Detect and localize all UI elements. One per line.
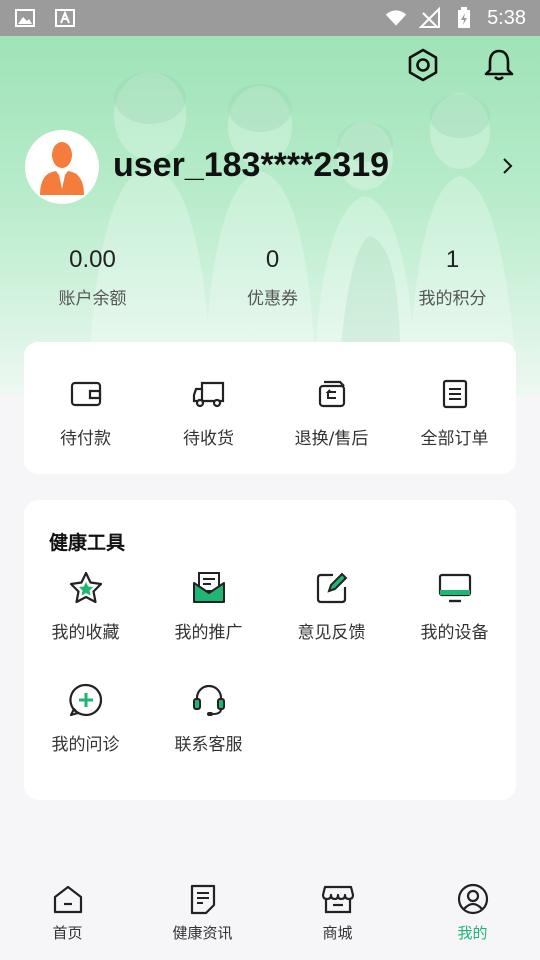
order-all[interactable]: 全部订单	[393, 376, 516, 449]
health-tools-card: 健康工具 我的收藏 我的推广 意见反馈 我的设备 我的问诊 联系客服	[24, 500, 516, 800]
nav-label: 商城	[322, 924, 353, 942]
item-label: 我的推广	[174, 623, 243, 643]
store-icon	[321, 882, 355, 916]
tool-promotion[interactable]: 我的推广	[147, 570, 270, 643]
username[interactable]: user_183****2319	[113, 146, 389, 185]
monitor-icon	[437, 570, 473, 606]
return-box-icon	[314, 376, 350, 412]
doctors-background-illustration	[90, 72, 515, 356]
nav-label: 首页	[52, 924, 83, 942]
mail-icon	[191, 570, 227, 606]
status-bar: 5:38	[0, 0, 540, 36]
chevron-right-icon[interactable]	[500, 156, 516, 176]
nav-store[interactable]: 商城	[270, 870, 405, 960]
stat-label: 我的积分	[418, 289, 487, 309]
stat-value: 0	[265, 246, 280, 273]
item-label: 我的问诊	[51, 735, 120, 755]
tool-devices[interactable]: 我的设备	[393, 570, 516, 643]
bell-icon	[483, 48, 515, 86]
edit-icon	[314, 570, 350, 606]
order-list-icon	[437, 376, 473, 412]
item-label: 意见反馈	[297, 623, 366, 643]
home-icon	[51, 882, 85, 916]
font-app-icon	[54, 7, 76, 29]
plus-chat-icon	[68, 682, 104, 718]
item-label: 我的收藏	[51, 623, 120, 643]
stat-label: 优惠券	[247, 289, 298, 309]
stat-balance[interactable]: 0.00 账户余额	[5, 242, 180, 309]
nav-home[interactable]: 首页	[0, 870, 135, 960]
section-title: 健康工具	[49, 532, 126, 554]
orders-card: 待付款 待收货 退换/售后 全部订单	[24, 342, 516, 474]
headset-icon	[191, 682, 227, 718]
wifi-icon	[385, 7, 407, 29]
nav-health-news[interactable]: 健康资讯	[135, 870, 270, 960]
tool-customer-service[interactable]: 联系客服	[147, 682, 270, 755]
item-label: 待收货	[183, 429, 234, 449]
tool-feedback[interactable]: 意见反馈	[270, 570, 393, 643]
tool-consultation[interactable]: 我的问诊	[24, 682, 147, 755]
order-pending-payment[interactable]: 待付款	[24, 376, 147, 449]
item-label: 待付款	[60, 429, 111, 449]
stat-label: 账户余额	[58, 289, 127, 309]
item-label: 全部订单	[420, 429, 489, 449]
account-stats: 0.00 账户余额 0 优惠券 1 我的积分	[0, 242, 540, 309]
order-pending-receipt[interactable]: 待收货	[147, 376, 270, 449]
user-avatar-icon	[40, 142, 84, 195]
star-icon	[68, 570, 104, 606]
nav-label: 健康资讯	[172, 924, 233, 942]
profile-icon	[456, 882, 490, 916]
notifications-button[interactable]	[480, 48, 518, 86]
item-label: 我的设备	[420, 623, 489, 643]
article-icon	[186, 882, 220, 916]
avatar[interactable]	[25, 130, 99, 204]
no-signal-icon	[419, 7, 441, 29]
battery-icon	[453, 7, 475, 29]
stat-coupons[interactable]: 0 优惠券	[185, 242, 360, 309]
settings-hex-icon	[406, 48, 440, 86]
item-label: 联系客服	[174, 735, 243, 755]
item-label: 退换/售后	[294, 429, 369, 449]
bottom-nav: 首页 健康资讯 商城 我的	[0, 870, 540, 960]
tool-favorites[interactable]: 我的收藏	[24, 570, 147, 643]
stat-points[interactable]: 1 我的积分	[365, 242, 540, 309]
stat-value: 0.00	[69, 246, 116, 273]
order-returns[interactable]: 退换/售后	[270, 376, 393, 449]
stat-value: 1	[445, 246, 460, 273]
nav-label: 我的	[457, 924, 488, 942]
clock: 5:38	[487, 6, 526, 29]
wallet-icon	[68, 376, 104, 412]
image-icon	[14, 7, 36, 29]
truck-icon	[191, 376, 227, 412]
settings-button[interactable]	[404, 48, 442, 86]
nav-mine[interactable]: 我的	[405, 870, 540, 960]
